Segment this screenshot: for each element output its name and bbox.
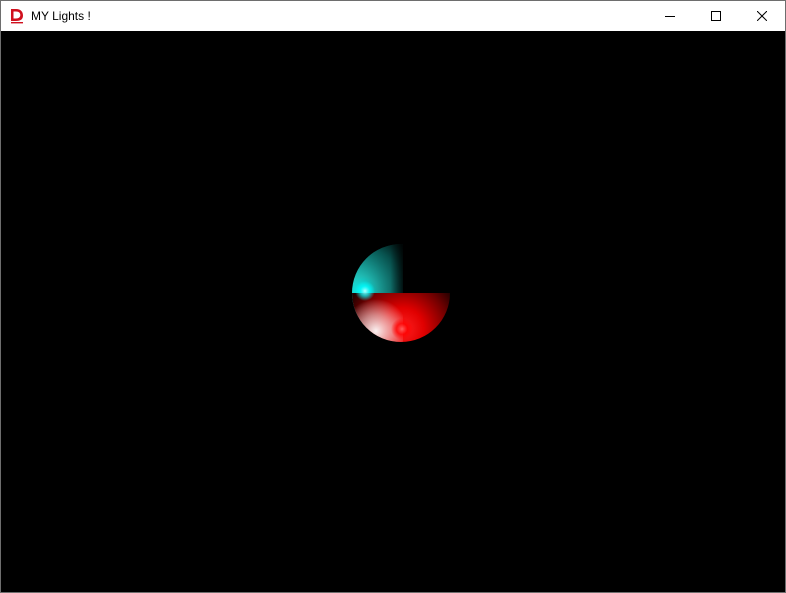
app-window: MY Lights ! bbox=[0, 0, 786, 593]
window-title: MY Lights ! bbox=[31, 9, 91, 23]
scene-canvas bbox=[352, 244, 450, 342]
title-bar[interactable]: MY Lights ! bbox=[1, 1, 785, 31]
close-button[interactable] bbox=[739, 1, 785, 31]
minimize-button[interactable] bbox=[647, 1, 693, 31]
render-viewport[interactable] bbox=[1, 31, 785, 592]
lit-sphere bbox=[352, 244, 450, 342]
red-light bbox=[391, 318, 413, 340]
maximize-icon bbox=[711, 11, 721, 21]
maximize-button[interactable] bbox=[693, 1, 739, 31]
minimize-icon bbox=[665, 11, 675, 21]
cyan-light bbox=[355, 281, 375, 301]
close-icon bbox=[757, 11, 767, 21]
d-logo-icon bbox=[9, 8, 25, 24]
